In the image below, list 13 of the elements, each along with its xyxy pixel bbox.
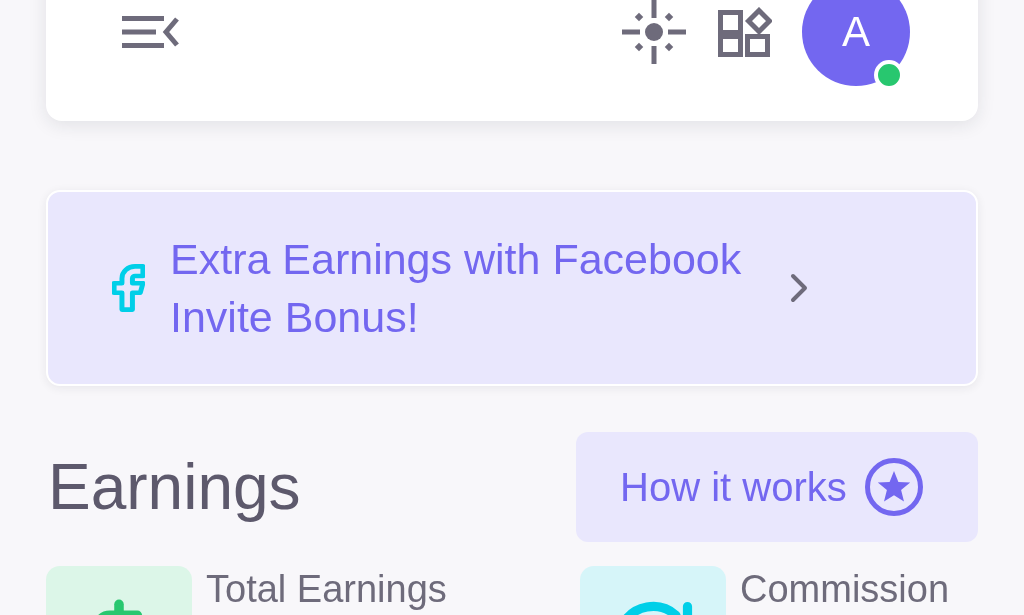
stat-label: Total Earnings xyxy=(206,567,447,610)
stat-label: Commission xyxy=(740,567,950,610)
star-circle-icon xyxy=(864,458,923,516)
avatar[interactable]: A xyxy=(802,0,910,86)
facebook-f-icon xyxy=(112,264,145,312)
promo-banner[interactable]: Extra Earnings with Facebook Invite Bonus! xyxy=(46,190,978,386)
grid-icon[interactable] xyxy=(718,7,772,57)
how-it-works-button[interactable]: How it works xyxy=(576,432,978,542)
banner-text: Extra Earnings with Facebook Invite Bonus! xyxy=(170,234,743,343)
menu-icon[interactable] xyxy=(122,15,180,49)
chevron-right-icon xyxy=(790,273,808,303)
sun-icon[interactable] xyxy=(622,0,686,64)
section-title: Earnings xyxy=(47,450,301,524)
